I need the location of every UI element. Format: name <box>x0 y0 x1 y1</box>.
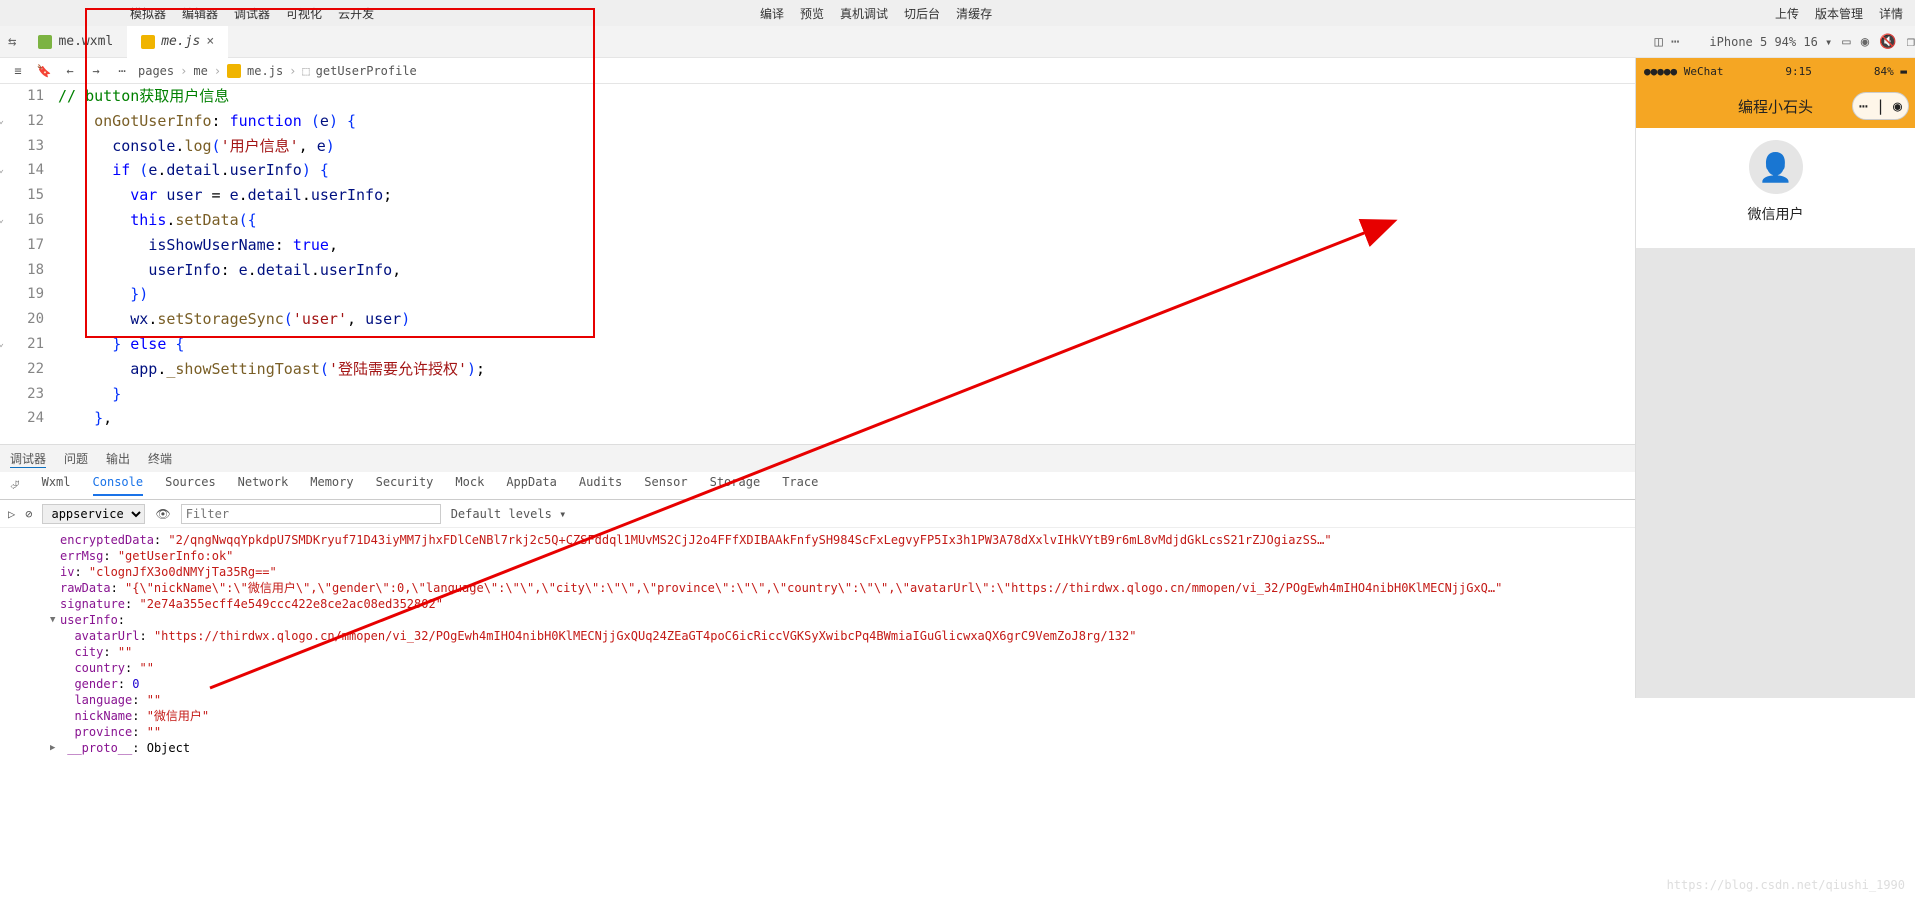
eye-icon[interactable]: 👁 <box>155 507 170 521</box>
crumb-file[interactable]: me.js <box>247 64 283 78</box>
console-row[interactable]: nickName: "微信用户" <box>60 708 1915 724</box>
watermark: https://blog.csdn.net/qiushi_1990 <box>1667 878 1905 892</box>
devtools-tab-trace[interactable]: Trace <box>782 475 818 496</box>
menu-清缓存[interactable]: 清缓存 <box>956 5 992 22</box>
devtools-tab-mock[interactable]: Mock <box>455 475 484 496</box>
console-output[interactable]: encryptedData: "2/qngNwqqYpkdpU7SMDKryuf… <box>0 528 1915 758</box>
devtools-tab-memory[interactable]: Memory <box>310 475 353 496</box>
context-select[interactable]: appservice <box>42 504 145 524</box>
devtools-tab-appdata[interactable]: AppData <box>506 475 557 496</box>
carrier-label: ●●●●● WeChat <box>1644 65 1723 78</box>
capsule-menu-icon[interactable]: ⋯ <box>1859 97 1868 115</box>
tab-me.js[interactable]: me.js× <box>127 26 228 58</box>
menu-编辑器[interactable]: 编辑器 <box>182 5 218 22</box>
console-toolbar: ▷ ⊘ appservice 👁 Default levels ▾ 2 hidd… <box>0 500 1915 528</box>
menu-调试器[interactable]: 调试器 <box>234 5 270 22</box>
dbg-tab-1[interactable]: 问题 <box>64 450 88 468</box>
devtools-tab-sensor[interactable]: Sensor <box>644 475 687 496</box>
devtools-tab-security[interactable]: Security <box>376 475 434 496</box>
menu-云开发[interactable]: 云开发 <box>338 5 374 22</box>
log-levels-select[interactable]: Default levels ▾ <box>451 507 567 521</box>
console-row[interactable]: ▶__proto__: Object <box>60 740 1915 756</box>
sim-empty-area <box>1636 248 1915 678</box>
username-label: 微信用户 <box>1748 204 1804 224</box>
split-editor-icon[interactable]: ◫ <box>1655 34 1663 50</box>
js-file-icon <box>227 64 241 78</box>
top-menubar: 模拟器编辑器调试器可视化云开发 编译预览真机调试切后台清缓存 上传版本管理详情 <box>0 0 1915 26</box>
inspect-icon[interactable]: ⮰ <box>10 478 20 493</box>
explorer-icon[interactable]: ⇆ <box>8 34 16 50</box>
debugger-panel-tabs: 调试器问题输出终端 ⌃ ✕ <box>0 444 1915 472</box>
detach-icon[interactable]: ❐ <box>1907 34 1915 50</box>
capsule-button[interactable]: ⋯ | ◉ <box>1852 92 1909 120</box>
sim-status-bar: ●●●●● WeChat 9:15 84% ▬ <box>1636 58 1915 84</box>
dbg-tab-2[interactable]: 输出 <box>106 450 130 468</box>
sim-content: 👤 微信用户 <box>1636 128 1915 248</box>
code-editor[interactable]: 11⌄1213⌄1415⌄1617181920⌄21222324 // butt… <box>0 84 1915 444</box>
list-icon[interactable]: ≡ <box>8 64 28 78</box>
simulator-pane: ●●●●● WeChat 9:15 84% ▬ 编程小石头 ⋯ | ◉ 👤 微信… <box>1635 58 1915 698</box>
bookmark-icon[interactable]: 🔖 <box>34 64 54 78</box>
device-selector[interactable]: iPhone 5 94% 16 ▾ ▭ ◉ 🔇 ❐ <box>1709 34 1915 50</box>
clear-console-icon[interactable]: ⊘ <box>25 507 32 521</box>
console-row[interactable]: province: "" <box>60 724 1915 740</box>
devtools-tab-audits[interactable]: Audits <box>579 475 622 496</box>
nav-forward-icon[interactable]: → <box>86 64 106 78</box>
avatar-placeholder[interactable]: 👤 <box>1749 140 1803 194</box>
record-icon[interactable]: ◉ <box>1861 34 1869 50</box>
dbg-tab-0[interactable]: 调试器 <box>10 450 46 468</box>
close-icon[interactable]: × <box>206 34 214 49</box>
menu-上传[interactable]: 上传 <box>1775 5 1799 22</box>
dbg-tab-3[interactable]: 终端 <box>148 450 172 468</box>
devtools-tab-network[interactable]: Network <box>238 475 289 496</box>
menu-预览[interactable]: 预览 <box>800 5 824 22</box>
mute-icon[interactable]: 🔇 <box>1879 34 1896 50</box>
menu-编译[interactable]: 编译 <box>760 5 784 22</box>
menu-详情[interactable]: 详情 <box>1879 5 1903 22</box>
devtools-tab-storage[interactable]: Storage <box>710 475 761 496</box>
battery-label: 84% ▬ <box>1874 65 1907 78</box>
menu-真机调试[interactable]: 真机调试 <box>840 5 888 22</box>
play-icon[interactable]: ▷ <box>8 507 15 521</box>
menu-版本管理[interactable]: 版本管理 <box>1815 5 1863 22</box>
nav-back-icon[interactable]: ← <box>60 64 80 78</box>
menu-切后台[interactable]: 切后台 <box>904 5 940 22</box>
devtools-tab-wxml[interactable]: Wxml <box>42 475 71 496</box>
collapse-icon[interactable]: ⋯ <box>112 64 132 78</box>
more-icon[interactable]: ⋯ <box>1671 34 1679 50</box>
mobile-icon[interactable]: ▭ <box>1842 34 1850 50</box>
symbol-icon: ⬚ <box>302 64 309 78</box>
crumb-me[interactable]: me <box>193 64 207 78</box>
menu-可视化[interactable]: 可视化 <box>286 5 322 22</box>
time-label: 9:15 <box>1785 65 1812 78</box>
devtools-tabs: ⮰ Wxml Console Sources Network Memory Securit… <box>0 472 1915 500</box>
devtools-tab-console[interactable]: Console <box>93 475 144 496</box>
js-file-icon <box>141 35 155 49</box>
crumb-symbol[interactable]: getUserProfile <box>316 64 417 78</box>
breadcrumb: ≡ 🔖 ← → ⋯ pages› me› me.js› ⬚ getUserPro… <box>0 58 1915 84</box>
crumb-pages[interactable]: pages <box>138 64 174 78</box>
editor-tabs-row: ⇆ me.wxmlme.js× ◫ ⋯ iPhone 5 94% 16 ▾ ▭ … <box>0 26 1915 58</box>
console-filter-input[interactable] <box>181 504 441 524</box>
wxml-file-icon <box>38 35 52 49</box>
capsule-close-icon[interactable]: ◉ <box>1893 97 1902 115</box>
devtools-tab-sources[interactable]: Sources <box>165 475 216 496</box>
menu-模拟器[interactable]: 模拟器 <box>130 5 166 22</box>
tab-me.wxml[interactable]: me.wxml <box>24 26 127 58</box>
sim-nav-bar: 编程小石头 ⋯ | ◉ <box>1636 84 1915 128</box>
page-title: 编程小石头 <box>1738 96 1813 117</box>
